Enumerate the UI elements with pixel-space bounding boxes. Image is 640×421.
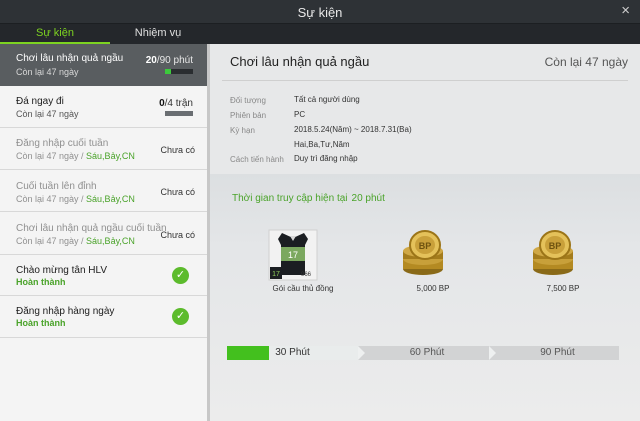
milestone-label: 60 Phút <box>409 347 445 358</box>
info-value-target: Tất cả người dùng <box>294 95 360 104</box>
info-value-version: PC <box>294 110 306 119</box>
event-status: Chưa có <box>160 187 195 197</box>
count-total: /90 phút <box>156 55 193 66</box>
info-label-period: Kỳ hạn <box>230 126 255 135</box>
event-remaining: Còn lại 47 ngày / Sáu,Bảy,CN <box>16 236 135 246</box>
event-detail-remaining: Còn lại 47 ngày <box>544 55 628 69</box>
event-item-weekend-login[interactable]: Đăng nhập cuối tuần Còn lại 47 ngày / Sá… <box>0 128 207 170</box>
event-name: Chơi lâu nhận quả ngầu cuối tuần <box>16 223 167 234</box>
reward-caption: 7,500 BP <box>546 284 580 293</box>
remaining-text: Còn lại 47 ngày / <box>16 151 87 161</box>
coin-stack-icon: BP <box>403 230 443 275</box>
event-item-weekend-top[interactable]: Cuối tuần lên đỉnh Còn lại 47 ngày / Sáu… <box>0 170 207 212</box>
window-title: Sự kiện <box>297 5 343 20</box>
milestone-90: 90 Phút <box>496 346 619 360</box>
coin-text: BP <box>549 241 562 251</box>
access-time-label: Thời gian truy cập hiện tại <box>232 193 348 204</box>
event-name: Chào mừng tân HLV <box>16 265 108 276</box>
chevron-right-icon <box>358 346 365 360</box>
event-progress-fill <box>165 69 172 74</box>
time-progress-track: 30 Phút 60 Phút 90 Phút <box>227 346 619 360</box>
event-days: Sáu,Bảy,CN <box>86 194 135 204</box>
info-label-version: Phiên bản <box>230 111 267 120</box>
milestone-label: 30 Phút <box>275 347 310 358</box>
card-number-text: 17 <box>288 250 298 260</box>
title-bar: Sự kiện × <box>0 0 640 24</box>
event-remaining: Còn lại 47 ngày <box>16 109 79 119</box>
info-label-method: Cách tiến hành <box>230 155 284 164</box>
event-days: Sáu,Bảy,CN <box>86 151 135 161</box>
event-remaining: Còn lại 47 ngày <box>16 67 79 77</box>
milestone-60: 60 Phút <box>365 346 489 360</box>
event-detail: Chơi lâu nhận quả ngầu Còn lại 47 ngày Đ… <box>210 44 640 421</box>
close-icon[interactable]: × <box>621 3 630 19</box>
event-item-play-long[interactable]: Chơi lâu nhận quả ngầu Còn lại 47 ngày 2… <box>0 44 207 86</box>
remaining-text: Còn lại 47 ngày / <box>16 236 87 246</box>
info-value-weekdays: Hai,Ba,Tư,Năm <box>294 140 350 149</box>
event-list: Chơi lâu nhận quả ngầu Còn lại 47 ngày 2… <box>0 44 207 421</box>
event-remaining: Còn lại 47 ngày / Sáu,Bảy,CN <box>16 151 135 161</box>
event-item-play-now[interactable]: Đá ngay đi Còn lại 47 ngày 0/4 trận <box>0 86 207 128</box>
event-completed: Hoàn thành <box>16 318 66 328</box>
event-progress-bar <box>165 111 193 116</box>
info-value-method: Duy trì đăng nhập <box>294 154 358 163</box>
coin-text: BP <box>419 241 432 251</box>
card-badge-number: 17 <box>272 271 280 278</box>
check-icon: ✓ <box>172 267 189 284</box>
event-item-daily-login[interactable]: Đăng nhập hàng ngày Hoàn thành ✓ <box>0 296 207 338</box>
reward-caption: 5,000 BP <box>416 284 450 293</box>
check-icon: ✓ <box>172 308 189 325</box>
event-count: 20/90 phút <box>146 55 193 66</box>
divider <box>222 80 628 81</box>
tab-bar: Sự kiện Nhiệm vụ <box>0 24 640 44</box>
count-current: 20 <box>145 55 157 66</box>
tab-events[interactable]: Sự kiện <box>0 24 110 44</box>
remaining-text: Còn lại 47 ngày / <box>16 194 87 204</box>
progress-fill <box>227 346 269 360</box>
access-time-value: 20 phút <box>351 193 385 204</box>
event-completed: Hoàn thành <box>16 277 66 287</box>
event-progress-bar <box>165 69 193 74</box>
milestone-label: 90 Phút <box>540 347 575 358</box>
event-days: Sáu,Bảy,CN <box>86 236 135 246</box>
event-status: Chưa có <box>160 145 195 155</box>
reward-panel: Thời gian truy cập hiện tại 20 phút 17 17… <box>210 174 640 421</box>
event-name: Đá ngay đi <box>16 96 64 107</box>
milestone-30: 30 Phút <box>227 346 358 360</box>
event-detail-title: Chơi lâu nhận quả ngầu <box>230 54 370 69</box>
card-badge-text: 966 <box>301 272 312 278</box>
event-item-weekend-play-long[interactable]: Chơi lâu nhận quả ngầu cuối tuần Còn lại… <box>0 212 207 255</box>
event-remaining: Còn lại 47 ngày / Sáu,Bảy,CN <box>16 194 135 204</box>
tab-missions[interactable]: Nhiệm vụ <box>112 24 204 44</box>
count-total: /4 trận <box>164 98 193 109</box>
player-card-icon: 17 17 966 <box>268 229 318 281</box>
chevron-right-icon <box>489 346 496 360</box>
event-name: Đăng nhập cuối tuần <box>16 138 109 149</box>
event-name: Cuối tuần lên đỉnh <box>16 181 97 192</box>
event-status: Chưa có <box>160 230 195 240</box>
reward-caption: Gói cầu thủ đồng <box>272 284 334 293</box>
event-count: 0/4 trận <box>159 98 193 109</box>
access-time: Thời gian truy cập hiện tại 20 phút <box>232 193 385 204</box>
event-item-welcome-coach[interactable]: Chào mừng tân HLV Hoàn thành ✓ <box>0 255 207 296</box>
info-value-period: 2018.5.24(Năm) ~ 2018.7.31(Ba) <box>294 125 412 134</box>
event-name: Đăng nhập hàng ngày <box>16 306 115 317</box>
event-name: Chơi lâu nhận quả ngầu <box>16 53 124 64</box>
info-label-target: Đối tượng <box>230 96 266 105</box>
coin-stack-icon: BP <box>533 230 573 275</box>
